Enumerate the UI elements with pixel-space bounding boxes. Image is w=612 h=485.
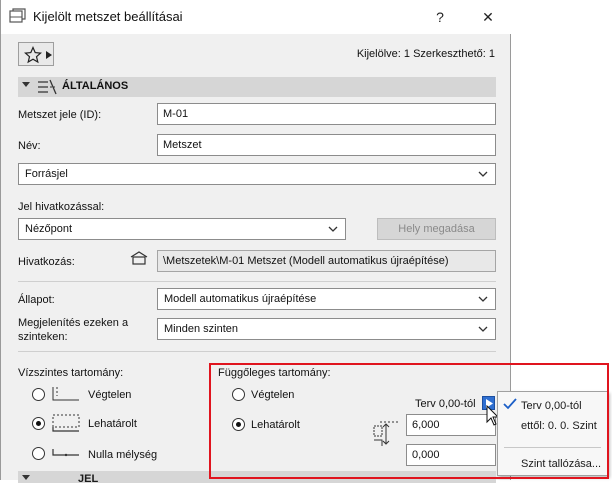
show-on-label-line2: szinteken: — [18, 331, 68, 343]
show-on-stories-select[interactable]: Minden szinten — [157, 318, 496, 340]
collapse-arrow-icon — [22, 475, 30, 480]
horizontal-range-title: Vízszintes tartomány: — [18, 367, 124, 379]
highlight-frame — [209, 363, 609, 479]
triangle-right-icon — [46, 51, 52, 59]
close-button[interactable]: ✕ — [475, 6, 501, 28]
status-select[interactable]: Modell automatikus újraépítése — [157, 288, 496, 310]
set-location-button[interactable]: Hely megadása — [377, 218, 496, 240]
id-label: Metszet jele (ID): — [18, 109, 102, 121]
horizontal-infinite-label: Végtelen — [88, 389, 132, 401]
show-on-label-line1: Megjelenítés ezeken a — [18, 317, 129, 329]
limited-range-icon — [52, 414, 80, 432]
section-tool-icon — [9, 8, 26, 23]
favorites-button[interactable] — [18, 42, 54, 66]
horizontal-infinite-radio[interactable] — [32, 388, 45, 401]
chevron-down-icon — [478, 326, 488, 332]
status-label: Állapot: — [18, 294, 55, 306]
zero-depth-icon — [52, 449, 79, 457]
general-settings-icon — [38, 79, 57, 95]
marker-type-select[interactable]: Forrásjel — [18, 163, 496, 185]
marker-type-value: Forrásjel — [25, 168, 68, 180]
horizontal-limited-radio[interactable] — [32, 417, 45, 430]
divider — [18, 281, 496, 282]
chevron-down-icon — [478, 296, 488, 302]
ref-label: Jel hivatkozással: — [18, 201, 105, 213]
horizontal-limited-label: Lehatárolt — [88, 418, 137, 430]
collapse-arrow-icon — [22, 82, 30, 87]
divider — [18, 351, 496, 352]
title-bar: Kijelölt metszet beállításai ? ✕ — [1, 0, 512, 34]
selection-status: Kijelölve: 1 Szerkeszthető: 1 — [356, 48, 495, 60]
horizontal-zero-depth-radio[interactable] — [32, 447, 45, 460]
name-input[interactable]: Metszet — [157, 134, 496, 156]
status-value: Modell automatikus újraépítése — [164, 293, 317, 305]
reference-path-field: \Metszetek\M-01 Metszet (Modell automati… — [157, 250, 496, 272]
horizontal-zero-depth-label: Nulla mélység — [88, 449, 158, 461]
id-input[interactable]: M-01 — [157, 103, 496, 125]
reference-type-select[interactable]: Nézőpont — [18, 218, 346, 240]
star-icon — [24, 46, 42, 64]
chevron-down-icon — [328, 226, 338, 232]
reference-type-value: Nézőpont — [25, 223, 73, 235]
show-on-stories-value: Minden szinten — [164, 323, 238, 335]
name-label: Név: — [18, 140, 41, 152]
infinite-range-icon — [52, 387, 79, 401]
general-section-header[interactable]: ÁLTALÁNOS — [18, 77, 496, 97]
general-section-title: ÁLTALÁNOS — [62, 80, 129, 92]
dialog-title: Kijelölt metszet beállításai — [33, 9, 183, 24]
chevron-down-icon — [478, 171, 488, 177]
reference-label: Hivatkozás: — [18, 256, 75, 268]
help-button[interactable]: ? — [427, 6, 453, 28]
marker-section-title: JEL — [78, 473, 99, 485]
home-icon — [130, 251, 148, 265]
